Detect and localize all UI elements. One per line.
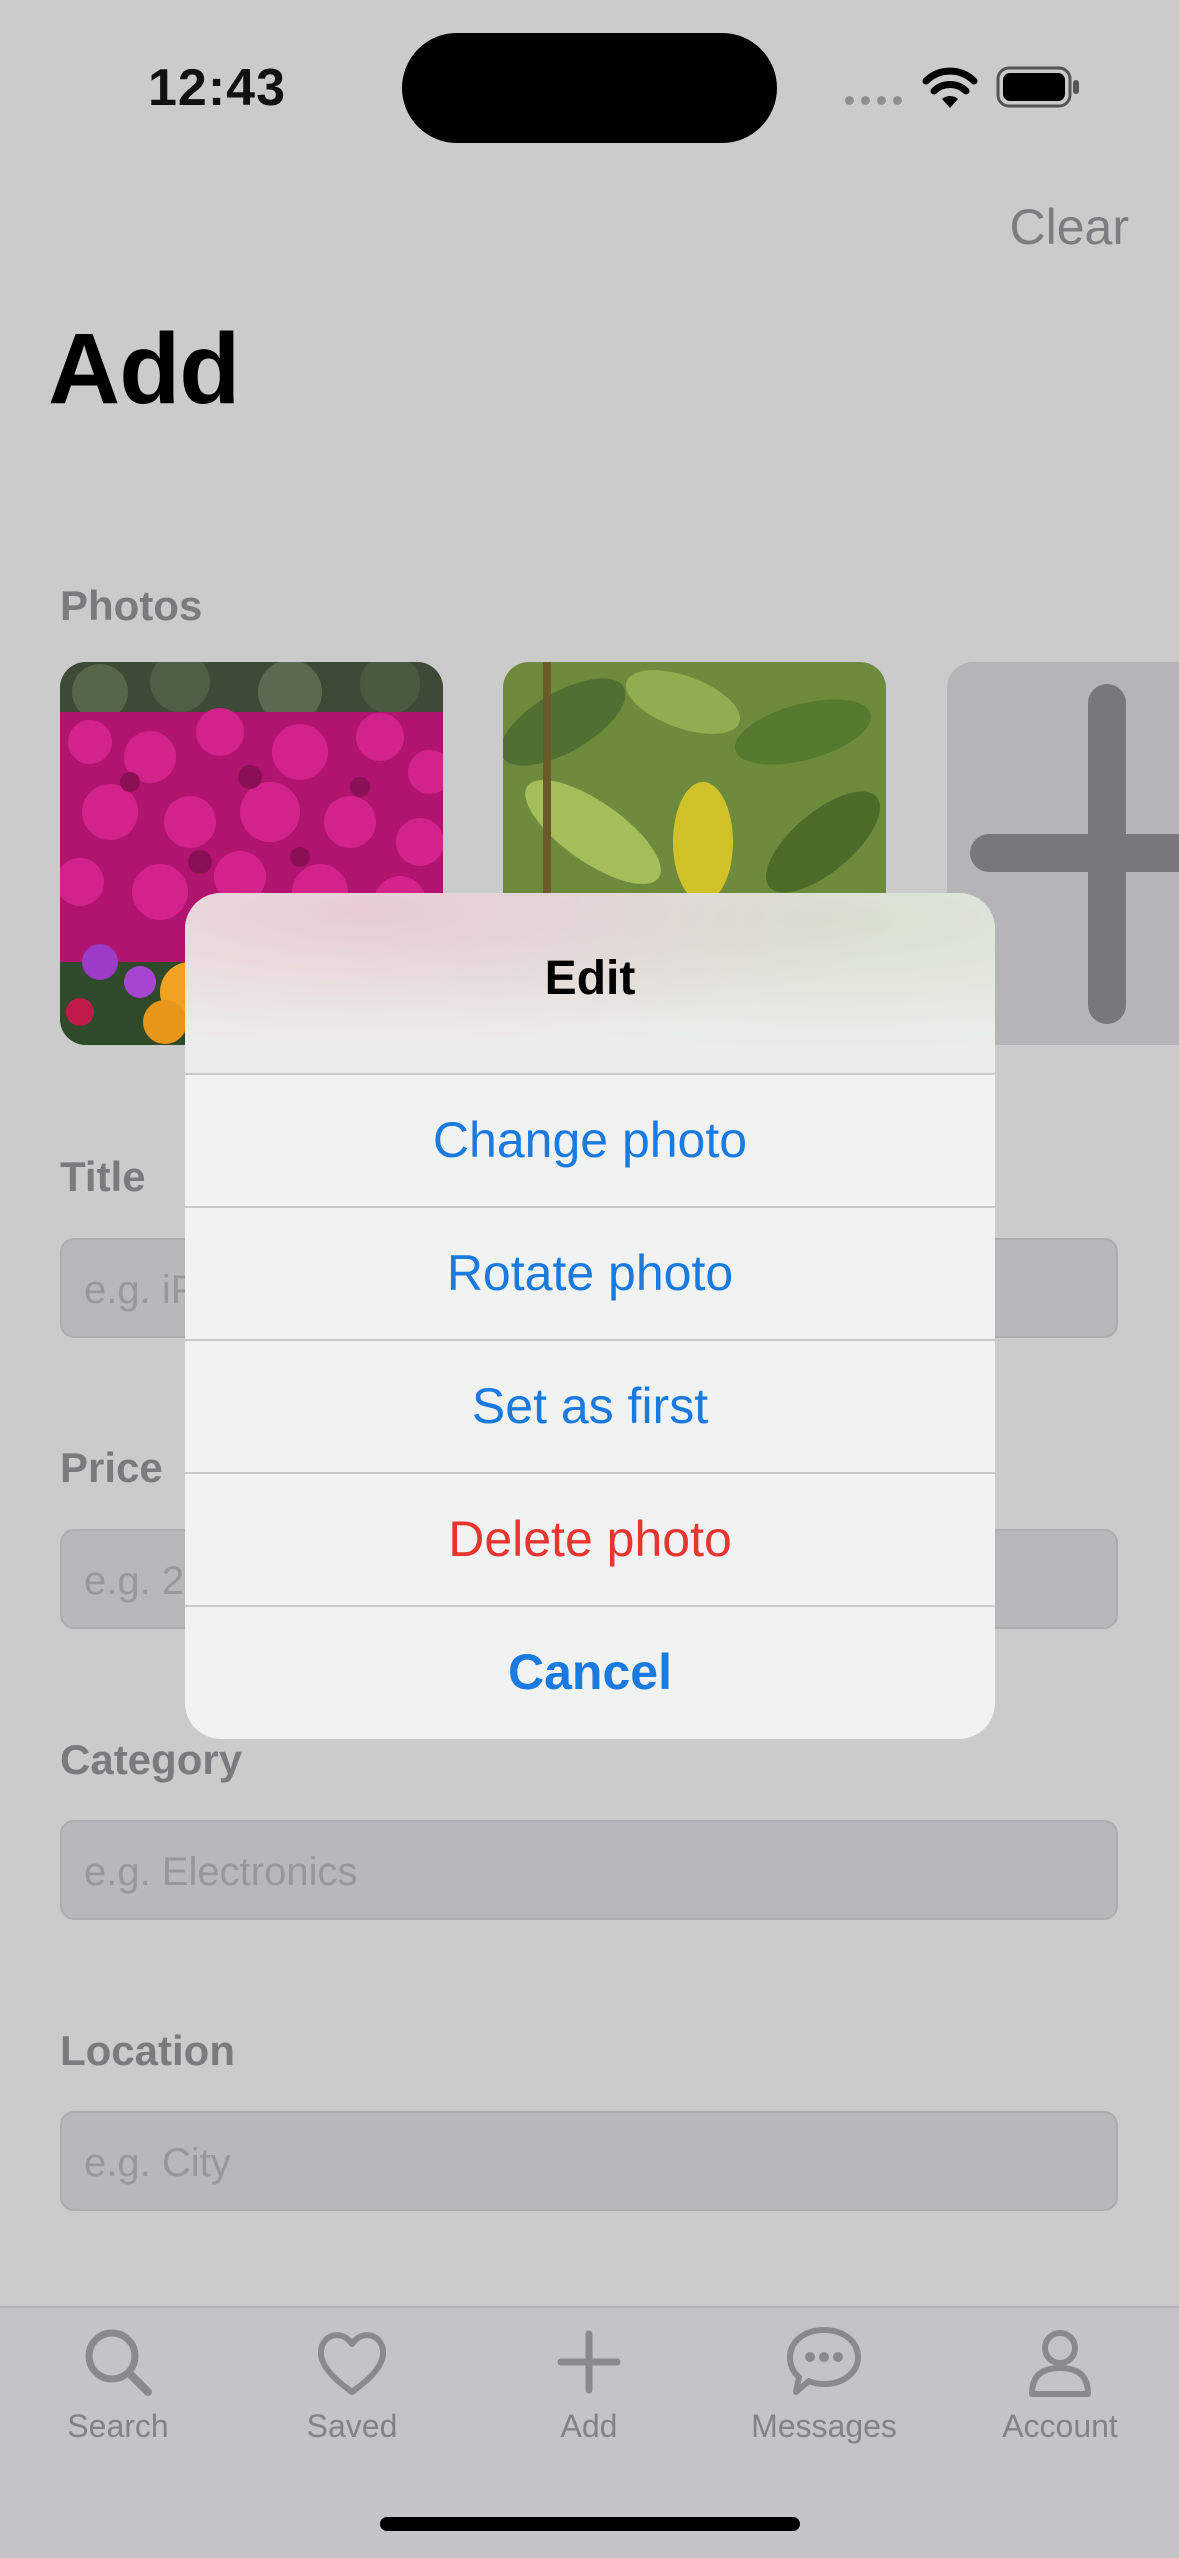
location-input[interactable]: e.g. City	[60, 2111, 1118, 2211]
category-input[interactable]: e.g. Electronics	[60, 1820, 1118, 1920]
clear-button[interactable]: Clear	[1010, 198, 1129, 256]
location-placeholder: e.g. City	[84, 2141, 231, 2185]
tab-saved[interactable]: Saved	[234, 2322, 470, 2445]
home-indicator	[380, 2517, 800, 2531]
person-icon	[1029, 2330, 1091, 2397]
cellular-signal-icon	[845, 92, 909, 110]
category-label: Category	[60, 1736, 243, 1783]
tab-account-label: Account	[1002, 2408, 1118, 2444]
tab-add[interactable]: Add	[471, 2322, 707, 2445]
chat-bubble-icon	[787, 2327, 861, 2395]
tab-saved-label: Saved	[306, 2408, 398, 2444]
tab-account[interactable]: Account	[942, 2322, 1178, 2445]
status-time: 12:43	[148, 59, 286, 117]
dialog-title: Edit	[544, 952, 636, 1005]
search-icon	[85, 2329, 152, 2396]
tab-search[interactable]: Search	[0, 2322, 236, 2445]
dynamic-island	[402, 33, 777, 143]
cancel-button[interactable]: Cancel	[185, 1605, 995, 1738]
page-title: Add	[48, 313, 240, 425]
rotate-photo-button[interactable]: Rotate photo	[185, 1206, 995, 1339]
set-as-first-button[interactable]: Set as first	[185, 1339, 995, 1472]
photos-label: Photos	[60, 582, 203, 629]
price-label: Price	[60, 1444, 163, 1491]
delete-photo-button[interactable]: Delete photo	[185, 1472, 995, 1605]
plus-icon	[557, 2330, 621, 2394]
tab-add-label: Add	[560, 2408, 618, 2444]
edit-photo-dialog: Edit Change photo Rotate photo Set as fi…	[185, 893, 995, 1739]
location-label: Location	[60, 2027, 235, 2074]
tab-search-label: Search	[67, 2408, 169, 2444]
change-photo-button[interactable]: Change photo	[185, 1073, 995, 1206]
wifi-icon	[922, 67, 978, 108]
tab-messages[interactable]: Messages	[706, 2322, 942, 2445]
tab-messages-label: Messages	[751, 2408, 897, 2444]
battery-icon	[996, 66, 1079, 108]
plus-icon	[970, 684, 1179, 1024]
category-placeholder: e.g. Electronics	[84, 1850, 358, 1894]
title-label: Title	[60, 1153, 146, 1200]
heart-icon	[317, 2332, 387, 2395]
